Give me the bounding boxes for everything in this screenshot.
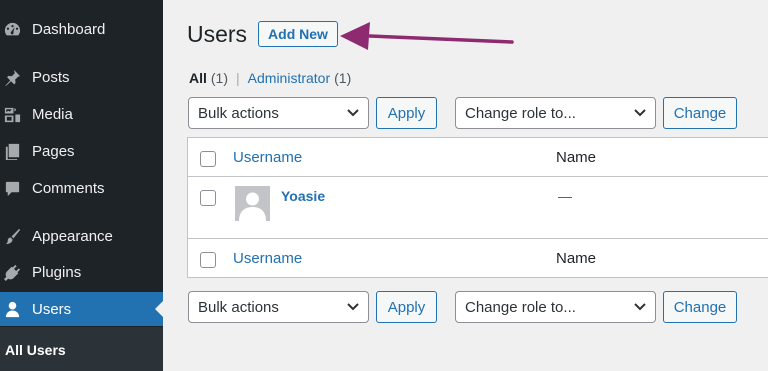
add-new-button[interactable]: Add New <box>258 21 338 47</box>
bulk-actions-value: Bulk actions <box>198 298 279 316</box>
sidebar-item-posts[interactable]: Posts <box>0 60 163 94</box>
select-all-checkbox[interactable] <box>200 151 216 167</box>
sidebar-item-label: Media <box>32 105 73 123</box>
admin-sidebar: Dashboard Posts Media Pages Comments App… <box>0 0 163 371</box>
column-header-name: Name <box>556 149 597 166</box>
comment-icon <box>1 177 23 199</box>
apply-button[interactable]: Apply <box>376 97 437 129</box>
sidebar-item-media[interactable]: Media <box>0 97 163 131</box>
brush-icon <box>1 225 23 247</box>
row-checkbox[interactable] <box>200 190 216 206</box>
pin-icon <box>1 66 23 88</box>
column-footer-name: Name <box>556 250 597 267</box>
change-role-select-bottom[interactable]: Change role to... <box>455 291 656 323</box>
select-all-checkbox-footer[interactable] <box>200 252 216 268</box>
apply-button-bottom[interactable]: Apply <box>376 291 437 323</box>
row-divider <box>188 238 768 239</box>
sidebar-item-pages[interactable]: Pages <box>0 134 163 168</box>
row-divider <box>188 176 768 177</box>
annotation-arrow <box>340 22 514 50</box>
sidebar-item-users[interactable]: Users <box>0 292 163 326</box>
sidebar-item-comments[interactable]: Comments <box>0 171 163 205</box>
sidebar-item-label: Dashboard <box>32 20 106 38</box>
username-link[interactable]: Yoasie <box>281 188 325 204</box>
sidebar-item-appearance[interactable]: Appearance <box>0 219 163 253</box>
sidebar-item-dashboard[interactable]: Dashboard <box>0 12 163 46</box>
user-role-filters: All (1) | Administrator (1) <box>189 70 351 86</box>
user-display-name: — <box>558 188 572 204</box>
pages-icon <box>1 140 23 162</box>
users-submenu: All Users <box>0 327 163 371</box>
default-avatar-icon <box>239 192 266 221</box>
filter-administrator-count: (1) <box>334 70 352 86</box>
avatar <box>235 186 270 221</box>
change-role-value: Change role to... <box>465 298 576 316</box>
user-icon <box>1 298 23 320</box>
chevron-down-icon <box>347 109 359 117</box>
dashboard-icon <box>1 18 23 40</box>
chevron-down-icon <box>347 303 359 311</box>
sidebar-item-label: Posts <box>32 68 70 86</box>
users-table: Username Name Yoasie — Username Name <box>187 137 768 278</box>
sidebar-item-label: Plugins <box>32 263 82 281</box>
sidebar-item-label: Comments <box>32 179 105 197</box>
submenu-item-all-users[interactable]: All Users <box>5 342 66 358</box>
bulk-actions-select[interactable]: Bulk actions <box>188 97 369 129</box>
change-role-value: Change role to... <box>465 104 576 122</box>
filter-administrator[interactable]: Administrator <box>248 70 330 86</box>
bulk-actions-select-bottom[interactable]: Bulk actions <box>188 291 369 323</box>
filter-all[interactable]: All <box>189 70 207 86</box>
bulk-actions-value: Bulk actions <box>198 104 279 122</box>
filter-all-count: (1) <box>210 70 229 86</box>
change-button[interactable]: Change <box>663 97 737 129</box>
sidebar-item-label: Appearance <box>32 227 113 245</box>
media-icon <box>1 103 23 125</box>
change-role-select[interactable]: Change role to... <box>455 97 656 129</box>
filter-separator: | <box>236 70 240 86</box>
page-title: Users <box>187 21 248 47</box>
chevron-down-icon <box>634 303 646 311</box>
column-header-username[interactable]: Username <box>233 149 302 166</box>
change-button-bottom[interactable]: Change <box>663 291 737 323</box>
column-footer-username[interactable]: Username <box>233 250 302 267</box>
sidebar-item-label: Users <box>32 300 72 318</box>
plugin-icon <box>1 261 23 283</box>
sidebar-item-plugins[interactable]: Plugins <box>0 255 163 289</box>
chevron-down-icon <box>634 109 646 117</box>
sidebar-item-label: Pages <box>32 142 75 160</box>
